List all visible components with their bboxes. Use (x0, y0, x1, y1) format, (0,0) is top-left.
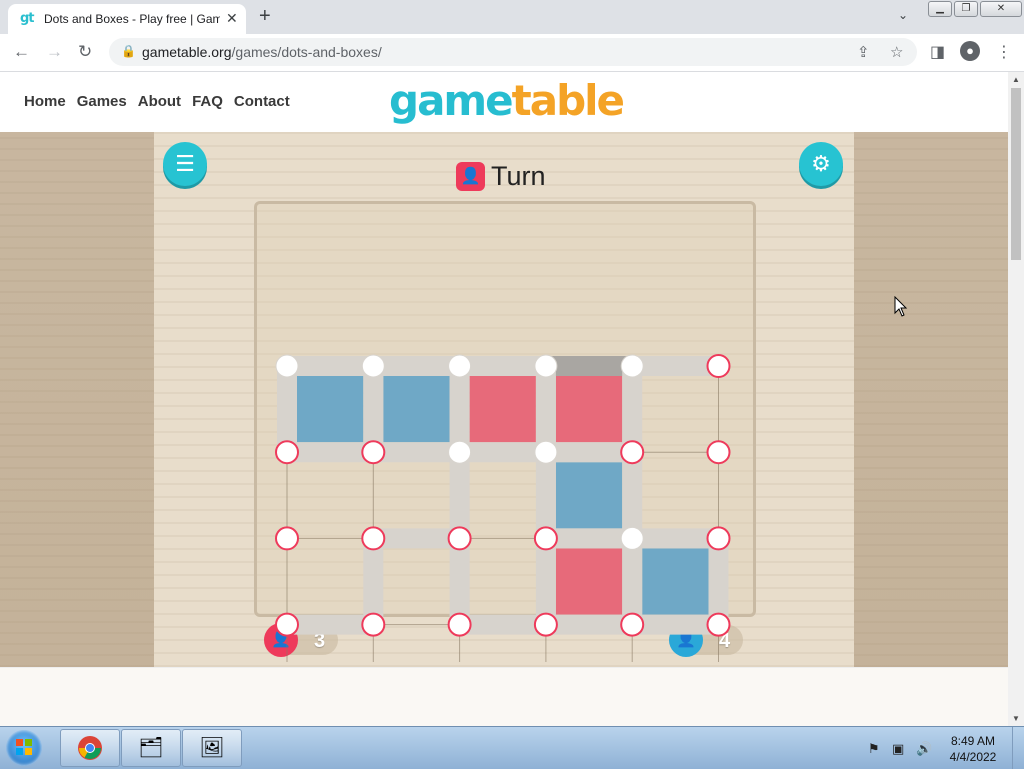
board-dot[interactable] (534, 354, 558, 378)
side-panel-icon[interactable]: ◨ (930, 42, 945, 62)
board-dot[interactable] (361, 526, 386, 551)
action-center-icon[interactable]: ⚑ (868, 741, 880, 757)
scroll-up-icon[interactable]: ▲ (1012, 75, 1020, 84)
share-icon[interactable]: ⇪ (857, 43, 870, 61)
minimize-icon[interactable]: ▁ (928, 1, 952, 17)
board-dot[interactable] (275, 354, 299, 378)
reload-icon[interactable]: ↻ (78, 42, 92, 62)
board-dot[interactable] (448, 354, 472, 378)
board-dot[interactable] (620, 612, 645, 637)
turn-indicator: 👤 Turn (456, 161, 546, 192)
nav-games[interactable]: Games (77, 93, 127, 110)
board-dot[interactable] (620, 354, 644, 378)
page-scrollbar[interactable]: ▲ ▼ (1008, 72, 1024, 726)
board-dot[interactable] (448, 440, 472, 464)
kebab-menu-icon[interactable]: ⋮ (996, 42, 1012, 62)
turn-label: Turn (491, 161, 546, 191)
mouse-cursor-icon (894, 296, 908, 317)
nav-home[interactable]: Home (24, 93, 66, 110)
board-dot[interactable] (275, 440, 299, 465)
chevron-down-icon[interactable]: ⌄ (898, 8, 908, 22)
game-area: ☰ ⚙ 👤 Turn 👤 3 👤 4 (0, 132, 1008, 667)
forward-arrow-icon[interactable]: → (46, 42, 63, 62)
close-icon[interactable]: ✕ (226, 10, 238, 27)
profile-icon[interactable]: ● (960, 41, 980, 61)
board-dot[interactable] (275, 612, 299, 637)
board-dot[interactable] (620, 526, 644, 550)
start-button[interactable] (6, 730, 42, 766)
volume-icon[interactable]: 🔊 (916, 741, 932, 757)
clock-date: 4/4/2022 (949, 750, 997, 764)
address-bar: ← → ↻ 🔒 gametable.org/games/dots-and-box… (0, 34, 1024, 72)
red-player-icon: 👤 (456, 162, 485, 191)
page-viewport: Home Games About FAQ Contact gametable ☰… (0, 72, 1008, 726)
blue-claimed-box (297, 376, 364, 443)
site-header: Home Games About FAQ Contact gametable (0, 72, 1008, 132)
windows-logo-icon (16, 739, 32, 755)
gametable-favicon: gt (20, 11, 34, 26)
window-controls: ▁ ❐ ✕ (928, 1, 1022, 17)
tab-title: Dots and Boxes - Play free | Gam (44, 12, 220, 26)
show-desktop-button[interactable] (1012, 727, 1024, 769)
url-text: gametable.org/games/dots-and-boxes/ (142, 44, 382, 60)
url-bar[interactable]: 🔒 gametable.org/games/dots-and-boxes/ ⇪ … (109, 38, 917, 66)
windows-taskbar: 🗂 🖼 ⚑ ▣ 🔊 8:49 AM 4/4/2022 (0, 726, 1024, 769)
board-dot[interactable] (706, 612, 731, 637)
gear-icon[interactable]: ⚙ (799, 142, 843, 186)
board-dot[interactable] (706, 440, 731, 465)
red-claimed-box (555, 548, 623, 615)
clock-time: 8:49 AM (950, 734, 996, 748)
image-viewer-icon[interactable]: 🖼 (182, 729, 242, 767)
red-claimed-box (469, 376, 536, 443)
board-dot[interactable] (361, 440, 386, 465)
board-dot[interactable] (706, 354, 731, 378)
red-claimed-box (555, 376, 623, 443)
board-dot[interactable] (447, 612, 472, 637)
board-dot[interactable] (706, 526, 731, 551)
scroll-down-icon[interactable]: ▼ (1012, 714, 1020, 723)
board-dot[interactable] (361, 612, 386, 637)
nav-about[interactable]: About (138, 93, 181, 110)
star-icon[interactable]: ☆ (890, 43, 903, 61)
blue-claimed-box (642, 548, 709, 615)
board-dot[interactable] (533, 526, 558, 551)
file-explorer-icon[interactable]: 🗂 (121, 729, 181, 767)
board-dot[interactable] (361, 354, 385, 378)
board-dot[interactable] (533, 612, 558, 637)
gametable-logo[interactable]: gametable (389, 76, 625, 125)
restore-icon[interactable]: ❐ (954, 1, 978, 17)
window-close-icon[interactable]: ✕ (980, 1, 1022, 17)
menu-list-icon[interactable]: ☰ (163, 142, 207, 186)
board-dot[interactable] (447, 526, 472, 551)
scroll-thumb[interactable] (1011, 88, 1021, 260)
dots-and-boxes-board[interactable] (0, 192, 1008, 662)
tab-strip: gt Dots and Boxes - Play free | Gam ✕ + … (0, 0, 1024, 34)
board-dot[interactable] (534, 440, 558, 464)
blue-claimed-box (383, 376, 450, 443)
below-game-section (0, 667, 1008, 726)
chrome-icon[interactable] (60, 729, 120, 767)
back-arrow-icon[interactable]: ← (13, 42, 30, 62)
nav-contact[interactable]: Contact (234, 93, 290, 110)
system-clock[interactable]: 8:49 AM 4/4/2022 (944, 733, 1002, 765)
board-dot[interactable] (275, 526, 299, 551)
lock-icon[interactable]: 🔒 (121, 44, 136, 58)
browser-tab[interactable]: gt Dots and Boxes - Play free | Gam ✕ (8, 4, 246, 34)
blue-claimed-box (555, 462, 623, 529)
plus-icon[interactable]: + (259, 5, 271, 28)
board-dot[interactable] (620, 440, 645, 465)
nav-faq[interactable]: FAQ (192, 93, 223, 110)
network-icon[interactable]: ▣ (892, 741, 904, 757)
site-nav: Home Games About FAQ Contact (24, 93, 290, 110)
